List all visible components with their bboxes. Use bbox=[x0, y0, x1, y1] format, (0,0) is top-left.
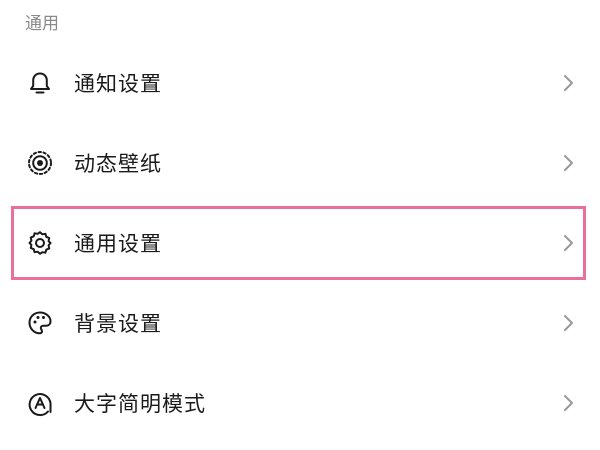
palette-icon bbox=[26, 309, 54, 337]
gear-icon bbox=[26, 229, 54, 257]
settings-list: 通知设置 动态壁纸 通用设置 背景设置 大字简明模式 bbox=[0, 43, 600, 443]
settings-item-general[interactable]: 通用设置 bbox=[0, 203, 600, 283]
section-title: 通用 bbox=[25, 14, 59, 34]
live-wallpaper-icon bbox=[26, 149, 54, 177]
settings-item-background[interactable]: 背景设置 bbox=[0, 283, 600, 363]
settings-page: 通用 通知设置 动态壁纸 通用设置 背景设置 大字简明模式 bbox=[0, 0, 600, 450]
settings-item-live-wallpaper[interactable]: 动态壁纸 bbox=[0, 123, 600, 203]
chevron-right-icon bbox=[560, 232, 576, 254]
settings-item-label: 大字简明模式 bbox=[74, 392, 206, 416]
settings-item-label: 通知设置 bbox=[74, 72, 162, 96]
settings-item-notification[interactable]: 通知设置 bbox=[0, 43, 600, 123]
bell-icon bbox=[26, 69, 54, 97]
settings-item-large-font-mode[interactable]: 大字简明模式 bbox=[0, 363, 600, 443]
large-font-icon bbox=[26, 389, 54, 417]
chevron-right-icon bbox=[560, 72, 576, 94]
chevron-right-icon bbox=[560, 152, 576, 174]
chevron-right-icon bbox=[560, 312, 576, 334]
settings-item-label: 背景设置 bbox=[74, 312, 162, 336]
chevron-right-icon bbox=[560, 392, 576, 414]
settings-item-label: 动态壁纸 bbox=[74, 152, 162, 176]
settings-item-label: 通用设置 bbox=[74, 232, 162, 256]
